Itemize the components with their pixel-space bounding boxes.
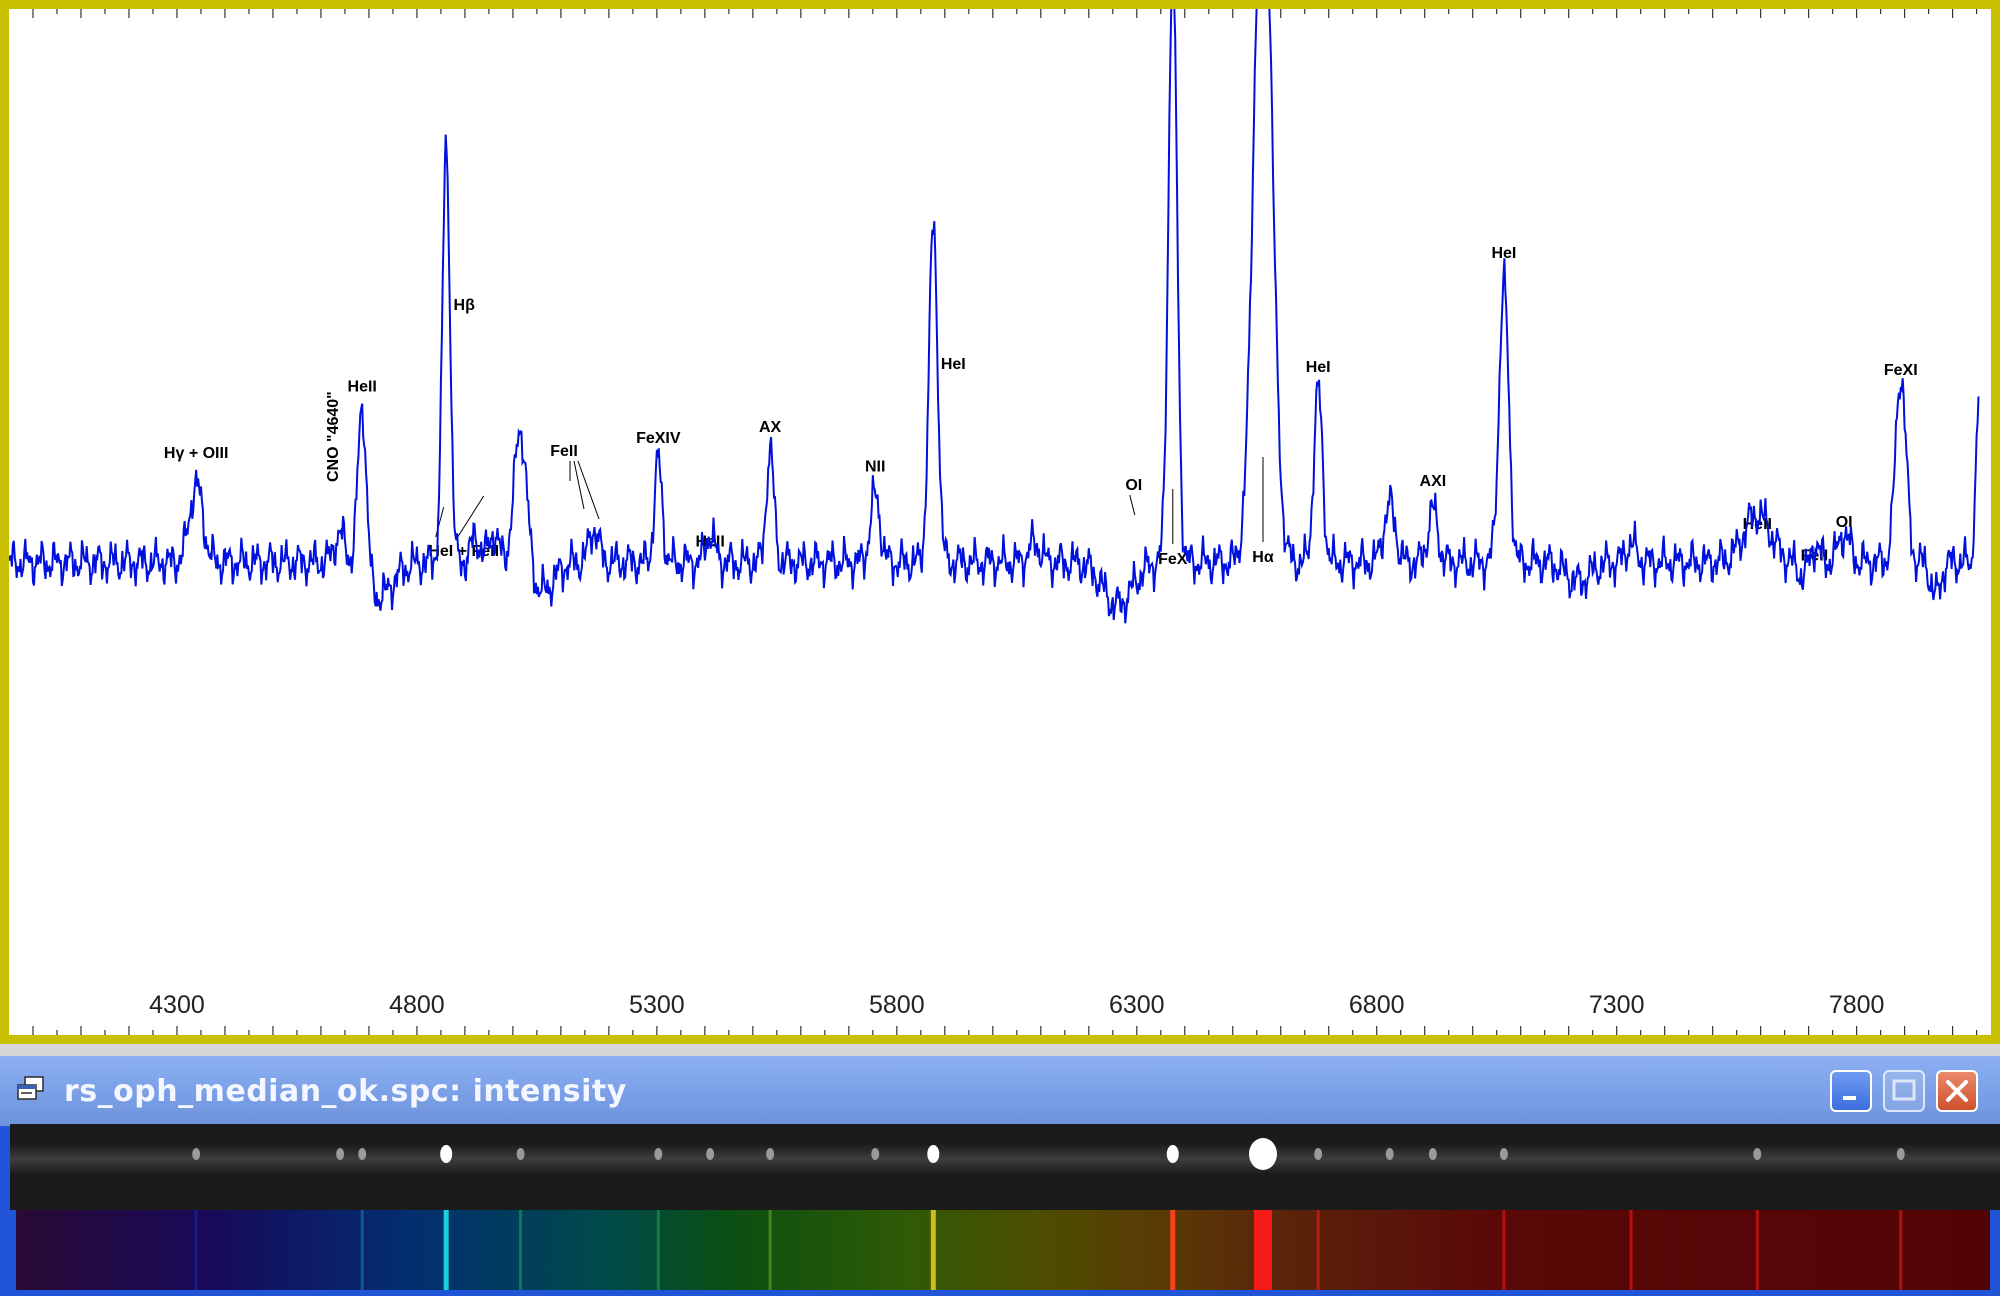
x-tick-label: 6300 xyxy=(1109,991,1165,1019)
raw-emission-spot xyxy=(1896,1148,1905,1160)
raw-emission-spot xyxy=(706,1148,715,1160)
x-tick-label: 4800 xyxy=(389,991,445,1019)
maximize-button[interactable] xyxy=(1883,1070,1925,1112)
minimize-icon xyxy=(1843,1096,1856,1100)
line-annotation: NII xyxy=(865,459,885,476)
raw-emission-spot xyxy=(516,1148,525,1160)
synthetic-emission-band xyxy=(656,1210,660,1290)
raw-emission-spot xyxy=(1248,1138,1277,1170)
window-app-icon[interactable] xyxy=(16,1076,46,1104)
synthetic-emission-band xyxy=(194,1210,198,1290)
synthetic-emission-band xyxy=(1316,1210,1320,1290)
raw-emission-spot xyxy=(654,1148,663,1160)
raw-emission-spot xyxy=(358,1148,367,1160)
line-annotation: FeXIV xyxy=(636,430,681,447)
synthetic-emission-band xyxy=(360,1210,364,1290)
synthetic-color-spectrum xyxy=(16,1210,1990,1290)
bottom-ticks xyxy=(32,1026,1978,1035)
line-annotation: FeX xyxy=(1158,551,1188,568)
raw-emission-spot xyxy=(1753,1148,1762,1160)
spectrum-window: rs_oph_median_ok.spc: intensity xyxy=(0,1056,2000,1296)
x-tick-label: 5300 xyxy=(629,991,685,1019)
raw-emission-spot xyxy=(1385,1148,1394,1160)
top-ticks xyxy=(32,9,1978,18)
raw-spectrum-image xyxy=(10,1124,2000,1210)
raw-emission-spot xyxy=(1314,1148,1323,1160)
x-tick-label: 5800 xyxy=(869,991,925,1019)
leader-line xyxy=(457,495,485,538)
raw-emission-spot xyxy=(440,1145,453,1163)
synthetic-emission-band xyxy=(443,1210,449,1290)
minimize-button[interactable] xyxy=(1830,1070,1872,1112)
spectrum-series-line xyxy=(9,9,1980,624)
line-annotation: AX xyxy=(759,419,782,436)
line-annotation: Hα xyxy=(1252,549,1274,566)
window-title: rs_oph_median_ok.spc: intensity xyxy=(64,1074,627,1109)
synthetic-emission-band xyxy=(1899,1210,1903,1290)
synthetic-emission-band xyxy=(1755,1210,1759,1290)
maximize-icon xyxy=(1892,1079,1916,1101)
plot-area: 4300 4800 5300 5800 6300 6800 7300 7800 Hγ + OI… xyxy=(9,9,1991,1035)
synthetic-emission-band xyxy=(1502,1210,1506,1290)
line-annotation: FeII xyxy=(550,443,578,460)
synthetic-emission-band xyxy=(768,1210,772,1290)
line-annotation: HeI xyxy=(1306,359,1331,376)
raw-emission-spot xyxy=(1428,1148,1437,1160)
x-tick-label: 6800 xyxy=(1349,991,1405,1019)
synthetic-emission-band xyxy=(930,1210,936,1290)
raw-emission-spot xyxy=(1499,1148,1508,1160)
raw-emission-spot xyxy=(927,1145,940,1163)
raw-emission-spot xyxy=(766,1148,775,1160)
x-tick-label: 4300 xyxy=(149,991,205,1019)
annotation-leaders xyxy=(435,457,1264,544)
leader-line xyxy=(573,460,585,510)
line-annotation: CNO "4640" xyxy=(325,391,342,482)
raw-emission-spot xyxy=(192,1148,201,1160)
close-icon xyxy=(1946,1080,1968,1102)
line-annotations: Hγ + OIII CNO "4640"HeIIHβHeI + FeIIFeIIF… xyxy=(164,245,1918,568)
line-annotation: Hβ xyxy=(454,297,476,314)
x-tick-labels: 4300 4800 5300 5800 6300 6800 7300 7800 xyxy=(149,991,1884,1019)
line-annotation: AXI xyxy=(1420,473,1447,490)
raw-emission-spot xyxy=(1166,1145,1179,1163)
leader-line xyxy=(1129,494,1136,516)
close-button[interactable] xyxy=(1936,1070,1978,1112)
raw-emission-spot xyxy=(871,1148,880,1160)
leader-line xyxy=(577,460,600,520)
plot-frame: 4300 4800 5300 5800 6300 6800 7300 7800 Hγ + OI… xyxy=(0,0,2000,1044)
line-annotation: OI xyxy=(1125,477,1142,494)
spectrum-chart: 4300 4800 5300 5800 6300 6800 7300 7800 Hγ + OI… xyxy=(9,9,1980,1035)
line-annotation: HeI xyxy=(941,356,966,373)
x-tick-label: 7300 xyxy=(1589,991,1645,1019)
x-tick-label: 7800 xyxy=(1829,991,1885,1019)
line-annotation: FeXI xyxy=(1884,362,1918,379)
line-annotation: Hγ + OIII xyxy=(164,445,228,462)
window-titlebar[interactable]: rs_oph_median_ok.spc: intensity xyxy=(0,1056,2000,1126)
synthetic-emission-band xyxy=(1629,1210,1633,1290)
raw-emission-spot xyxy=(336,1148,345,1160)
synthetic-emission-band xyxy=(1253,1210,1272,1290)
line-annotation: HeII xyxy=(348,379,377,396)
synthetic-emission-band xyxy=(1170,1210,1176,1290)
synthetic-emission-band xyxy=(519,1210,523,1290)
window-gap xyxy=(0,1044,2000,1056)
